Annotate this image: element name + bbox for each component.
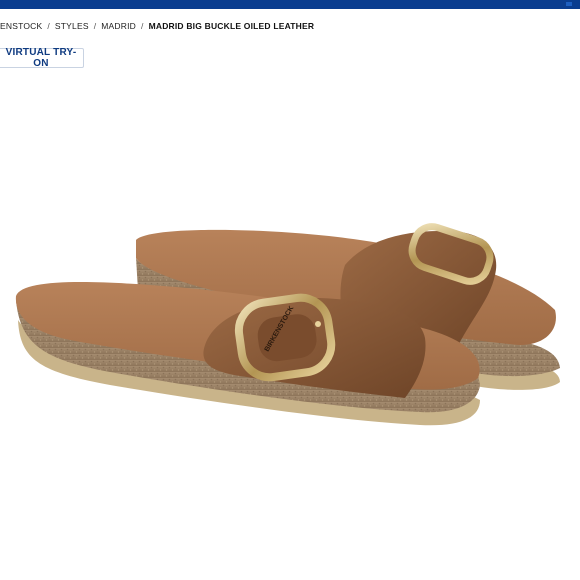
breadcrumb-item-brand[interactable]: ENSTOCK	[0, 21, 42, 31]
breadcrumb-item-styles[interactable]: STYLES	[55, 21, 89, 31]
top-navigation-bar	[0, 0, 580, 9]
breadcrumb-separator: /	[47, 21, 50, 31]
breadcrumb: ENSTOCK / STYLES / MADRID / MADRID BIG B…	[0, 18, 314, 34]
sandal-pair-image: BIRKENSTOCK	[15, 223, 560, 426]
breadcrumb-item-madrid[interactable]: MADRID	[101, 21, 136, 31]
virtual-try-on-button[interactable]: VIRTUAL TRY-ON	[0, 47, 84, 69]
breadcrumb-separator: /	[141, 21, 144, 31]
breadcrumb-current-page: MADRID BIG BUCKLE OILED LEATHER	[148, 21, 315, 31]
product-image: BIRKENSTOCK	[0, 70, 580, 570]
breadcrumb-separator: /	[93, 21, 97, 31]
top-bar-edge-indicator	[566, 2, 572, 6]
